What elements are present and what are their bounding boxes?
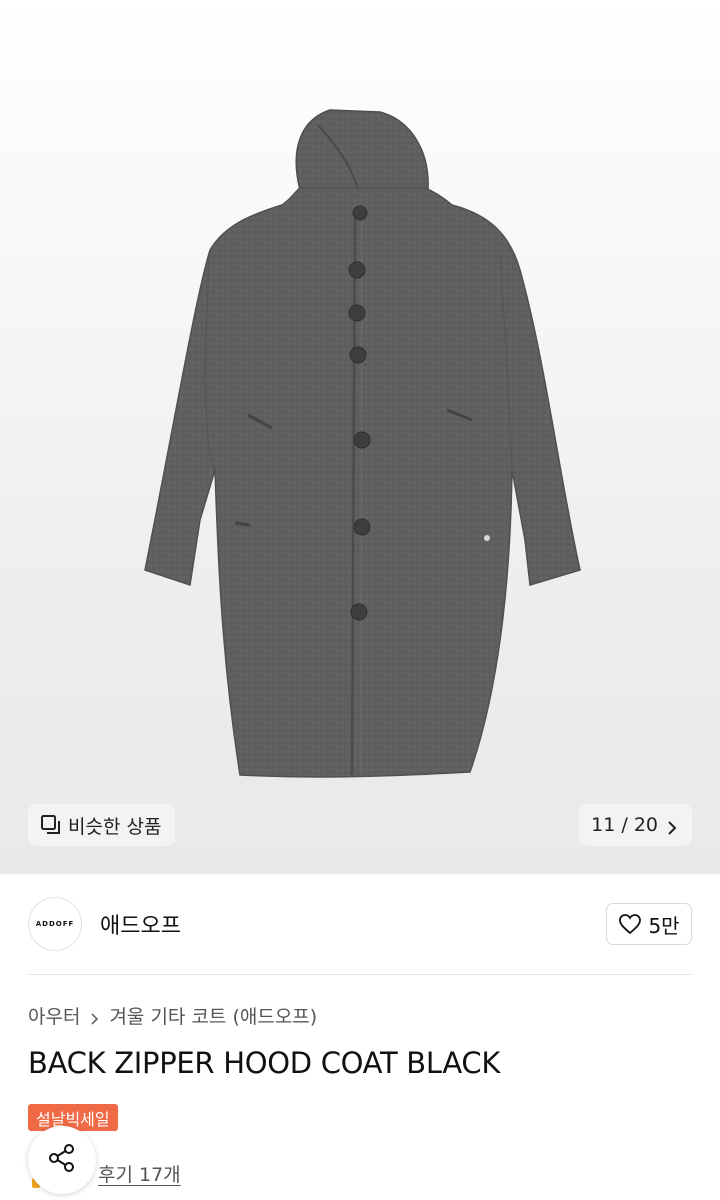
image-counter: 11 / 20 xyxy=(591,814,658,836)
like-button[interactable]: 5만 xyxy=(606,903,692,945)
similar-products-label: 비슷한 상품 xyxy=(68,815,162,838)
similar-products-button[interactable]: 비슷한 상품 xyxy=(28,804,176,846)
breadcrumb: 아우터 겨울 기타 코트 (애드오프) xyxy=(28,1002,317,1029)
product-image-gallery[interactable]: 비슷한 상품 11 / 20 xyxy=(0,0,720,874)
brand-row[interactable]: ADDOFF 애드오프 5만 xyxy=(28,874,692,975)
chevron-right-icon xyxy=(666,818,678,835)
share-button[interactable] xyxy=(28,1126,96,1194)
breadcrumb-subcategory[interactable]: 겨울 기타 코트 (애드오프) xyxy=(109,1002,317,1029)
reviews-link[interactable]: 후기 17개 xyxy=(98,1160,181,1187)
product-image xyxy=(144,109,581,778)
product-title: BACK ZIPPER HOOD COAT BLACK xyxy=(28,1046,501,1080)
brand-name[interactable]: 애드오프 xyxy=(100,908,181,940)
chevron-right-icon xyxy=(90,1009,99,1025)
breadcrumb-category[interactable]: 아우터 xyxy=(28,1002,80,1029)
stacked-squares-icon xyxy=(40,814,62,836)
brand-logo-text: ADDOFF xyxy=(35,920,75,928)
like-count: 5만 xyxy=(648,913,680,938)
image-counter-button[interactable]: 11 / 20 xyxy=(579,804,692,846)
heart-outline-icon xyxy=(618,913,642,935)
brand-logo[interactable]: ADDOFF xyxy=(28,897,82,951)
share-icon xyxy=(45,1141,79,1179)
